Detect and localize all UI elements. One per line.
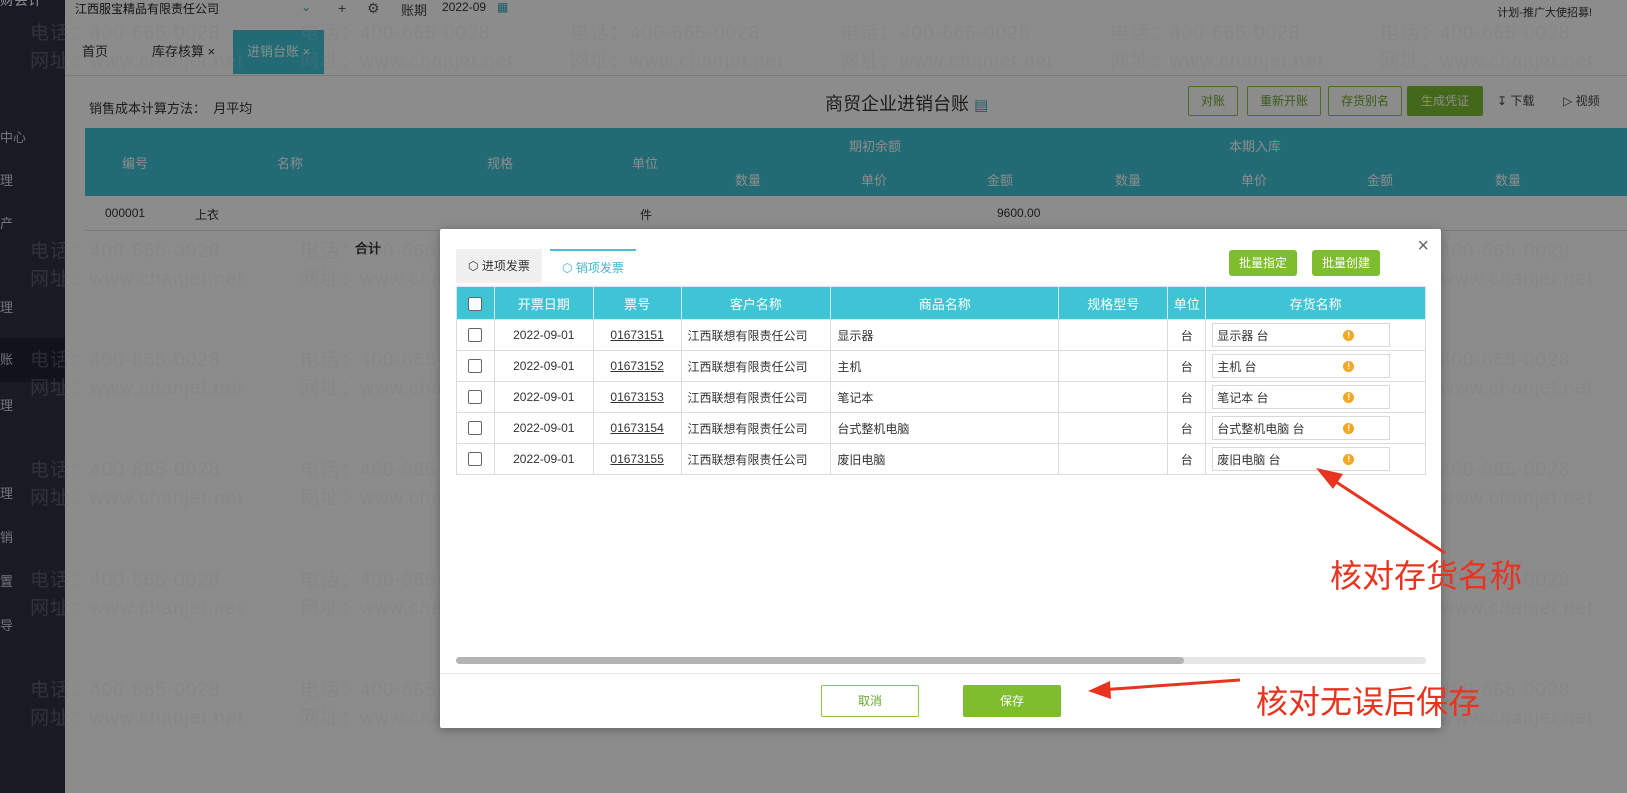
row-checkbox[interactable] — [468, 452, 483, 467]
invoice-link[interactable]: 01673151 — [610, 328, 663, 342]
table-row[interactable]: 2022-09-01 01673155 江西联想有限责任公司 废旧电脑 台 废旧… — [456, 443, 1426, 475]
stock-name-value: 显示器 台 — [1217, 329, 1269, 343]
cell-spec — [1058, 443, 1169, 475]
cell-invoice: 01673155 — [592, 443, 682, 475]
cell-customer: 江西联想有限责任公司 — [680, 319, 832, 351]
cell-spec — [1058, 350, 1169, 382]
tab-purchase-label: 进项发票 — [481, 259, 530, 273]
warning-icon: ! — [1343, 454, 1355, 465]
select-all-header — [456, 286, 495, 320]
row-select-cell — [456, 381, 495, 413]
close-icon[interactable]: × — [1417, 235, 1429, 258]
warning-icon: ! — [1343, 392, 1355, 403]
tab-sales-invoice[interactable]: ⬡ 销项发票 — [550, 249, 636, 285]
cell-customer: 江西联想有限责任公司 — [680, 350, 832, 382]
cell-unit: 台 — [1167, 319, 1207, 351]
stock-name-value: 笔记本 台 — [1217, 391, 1269, 405]
table-row[interactable]: 2022-09-01 01673153 江西联想有限责任公司 笔记本 台 笔记本… — [456, 381, 1426, 413]
stock-name-input[interactable]: 显示器 台! — [1212, 323, 1391, 347]
row-select-cell — [456, 412, 495, 444]
cell-date: 2022-09-01 — [493, 412, 594, 444]
cell-invoice: 01673153 — [592, 381, 682, 413]
col-unit: 单位 — [1167, 286, 1207, 320]
invoice-table: 开票日期 票号 客户名称 商品名称 规格型号 单位 存货名称 2022-09-0… — [456, 286, 1426, 475]
cell-unit: 台 — [1167, 350, 1207, 382]
invoice-link[interactable]: 01673153 — [610, 390, 663, 404]
cell-stock: 显示器 台! — [1205, 319, 1426, 351]
stock-name-value: 废旧电脑 台 — [1217, 453, 1281, 467]
cell-unit: 台 — [1167, 443, 1207, 475]
cell-unit: 台 — [1167, 381, 1207, 413]
scrollbar-thumb[interactable] — [456, 657, 1184, 664]
row-checkbox[interactable] — [468, 390, 483, 405]
col-invoice-no: 票号 — [592, 286, 682, 320]
horizontal-scrollbar[interactable] — [456, 657, 1426, 664]
stock-name-input[interactable]: 主机 台! — [1212, 354, 1391, 378]
cell-date: 2022-09-01 — [493, 350, 594, 382]
annotation-check-stock: 核对存货名称 — [1330, 558, 1523, 594]
cell-spec — [1058, 319, 1169, 351]
cell-product: 台式整机电脑 — [830, 412, 1060, 444]
cancel-button[interactable]: 取消 — [821, 685, 919, 717]
box-icon: ⬡ — [562, 261, 573, 275]
cell-customer: 江西联想有限责任公司 — [680, 412, 832, 444]
row-select-cell — [456, 443, 495, 475]
table-row[interactable]: 2022-09-01 01673151 江西联想有限责任公司 显示器 台 显示器… — [456, 319, 1426, 351]
cell-customer: 江西联想有限责任公司 — [680, 381, 832, 413]
cell-customer: 江西联想有限责任公司 — [680, 443, 832, 475]
row-checkbox[interactable] — [468, 359, 483, 374]
cell-unit: 台 — [1167, 412, 1207, 444]
stock-name-input[interactable]: 台式整机电脑 台! — [1212, 416, 1391, 440]
cell-invoice: 01673152 — [592, 350, 682, 382]
cell-stock: 主机 台! — [1205, 350, 1426, 382]
invoice-mapping-dialog: × ⬡ 进项发票 ⬡ 销项发票 批量指定 批量创建 开票日期 票号 客户名称 商… — [440, 229, 1441, 728]
warning-icon: ! — [1343, 423, 1355, 434]
divider — [440, 673, 1441, 674]
tab-purchase-invoice[interactable]: ⬡ 进项发票 — [456, 249, 542, 283]
cell-spec — [1058, 381, 1169, 413]
select-all-checkbox[interactable] — [468, 296, 483, 311]
col-customer: 客户名称 — [680, 286, 832, 320]
col-stock-name: 存货名称 — [1205, 286, 1426, 320]
annotation-save-after-check: 核对无误后保存 — [1256, 684, 1481, 720]
invoice-grid: 开票日期 票号 客户名称 商品名称 规格型号 单位 存货名称 2022-09-0… — [456, 286, 1426, 476]
col-invoice-date: 开票日期 — [493, 286, 594, 320]
cell-invoice: 01673154 — [592, 412, 682, 444]
col-product: 商品名称 — [830, 286, 1060, 320]
save-button[interactable]: 保存 — [963, 685, 1061, 717]
col-spec: 规格型号 — [1058, 286, 1169, 320]
cell-product: 笔记本 — [830, 381, 1060, 413]
cell-stock: 台式整机电脑 台! — [1205, 412, 1426, 444]
warning-icon: ! — [1343, 361, 1355, 372]
stock-name-input[interactable]: 笔记本 台! — [1212, 385, 1391, 409]
cell-date: 2022-09-01 — [493, 319, 594, 351]
row-select-cell — [456, 319, 495, 351]
cell-product: 废旧电脑 — [830, 443, 1060, 475]
cell-product: 显示器 — [830, 319, 1060, 351]
cell-date: 2022-09-01 — [493, 381, 594, 413]
row-checkbox[interactable] — [468, 328, 483, 343]
warning-icon: ! — [1343, 330, 1355, 341]
cell-stock: 废旧电脑 台! — [1205, 443, 1426, 475]
stock-name-input[interactable]: 废旧电脑 台! — [1212, 447, 1391, 471]
cell-date: 2022-09-01 — [493, 443, 594, 475]
table-row[interactable]: 2022-09-01 01673154 江西联想有限责任公司 台式整机电脑 台 … — [456, 412, 1426, 444]
invoice-link[interactable]: 01673154 — [610, 421, 663, 435]
cell-spec — [1058, 412, 1169, 444]
stock-name-value: 主机 台 — [1217, 360, 1257, 374]
table-row[interactable]: 2022-09-01 01673152 江西联想有限责任公司 主机 台 主机 台… — [456, 350, 1426, 382]
invoice-link[interactable]: 01673155 — [610, 452, 663, 466]
batch-assign-button[interactable]: 批量指定 — [1229, 250, 1298, 276]
cell-stock: 笔记本 台! — [1205, 381, 1426, 413]
row-checkbox[interactable] — [468, 421, 483, 436]
invoice-link[interactable]: 01673152 — [610, 359, 663, 373]
tab-sales-label: 销项发票 — [575, 261, 624, 275]
stock-name-value: 台式整机电脑 台 — [1217, 422, 1305, 436]
cell-product: 主机 — [830, 350, 1060, 382]
row-select-cell — [456, 350, 495, 382]
box-icon: ⬡ — [468, 259, 479, 273]
cell-invoice: 01673151 — [592, 319, 682, 351]
batch-create-button[interactable]: 批量创建 — [1312, 250, 1381, 276]
